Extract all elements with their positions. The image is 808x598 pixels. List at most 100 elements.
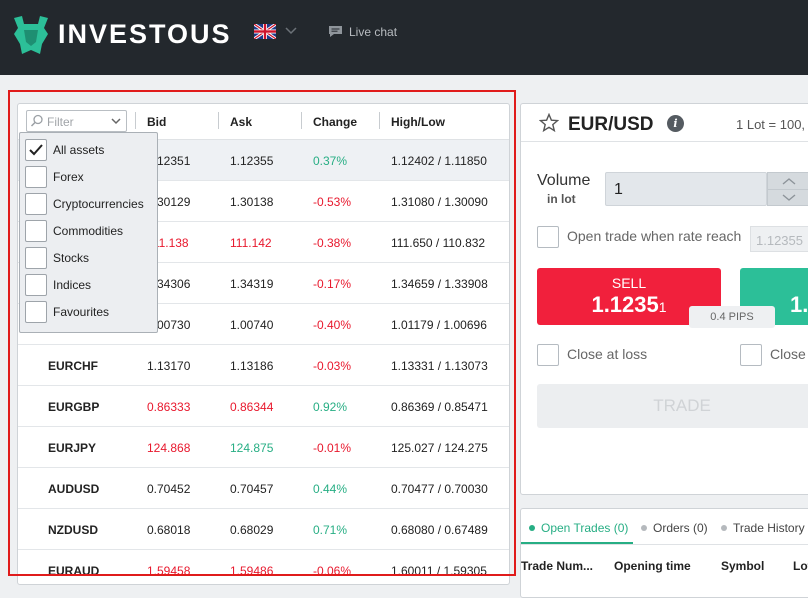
info-icon[interactable]: i (667, 115, 684, 132)
trades-column-opening-time[interactable]: Opening time (614, 559, 691, 573)
filter-option[interactable]: Indices (25, 274, 155, 296)
asset-high-low: 0.68080 / 0.67489 (391, 523, 488, 537)
asset-ask: 111.142 (230, 236, 272, 250)
filter-dropdown: All assets Forex Cryptocurrencies Commoditi… (19, 132, 158, 333)
filter-option[interactable]: All assets (25, 139, 155, 161)
filter-option-checkbox[interactable] (25, 247, 47, 269)
asset-high-low: 111.650 / 110.832 (391, 236, 486, 250)
brand-name[interactable]: INVESTOUS (58, 19, 232, 50)
asset-row[interactable]: EURAUD 1.59458 1.59486 -0.06% 1.60011 / 1.59… (18, 550, 509, 584)
asset-high-low: 0.70477 / 0.70030 (391, 482, 488, 496)
search-icon (30, 114, 43, 127)
trades-column-lot[interactable]: Lot (793, 559, 808, 573)
trades-column-symbol[interactable]: Symbol (721, 559, 764, 573)
close-at-profit-checkbox[interactable] (740, 344, 762, 366)
asset-ask: 0.68029 (230, 523, 274, 537)
column-header-bid[interactable]: Bid (147, 115, 166, 129)
asset-ask: 1.59486 (230, 564, 274, 578)
tab-bar-divider (521, 544, 808, 545)
filter-option-checkbox[interactable] (25, 166, 47, 188)
filter-option-label: Commodities (53, 224, 124, 238)
asset-change: 0.92% (313, 400, 348, 414)
chat-bubble-icon[interactable] (328, 25, 343, 38)
asset-row[interactable]: EURJPY 124.868 124.875 -0.01% 125.027 / 124.… (18, 427, 509, 468)
asset-bid: 1.59458 (147, 564, 191, 578)
tab-open-trades[interactable]: Open Trades (0) (529, 521, 628, 535)
tab-trade-history[interactable]: Trade History (721, 521, 805, 535)
live-chat-link[interactable]: Live chat (349, 25, 397, 39)
volume-unit-label: in lot (547, 192, 576, 206)
filter-option-checkbox[interactable] (25, 274, 47, 296)
filter-option-checkbox[interactable] (25, 301, 47, 323)
trades-column-trade-number[interactable]: Trade Num... (521, 559, 593, 573)
filter-option-checkbox[interactable] (25, 220, 47, 242)
tab-orders[interactable]: Orders (0) (641, 521, 708, 535)
asset-change: -0.01% (313, 441, 352, 455)
tab-dot-icon (721, 525, 727, 531)
pair-title: EUR/USD (568, 114, 654, 135)
filter-option[interactable]: Favourites (25, 301, 155, 323)
asset-change: -0.06% (313, 564, 352, 578)
chevron-down-icon (782, 194, 796, 201)
asset-ask: 1.34319 (230, 277, 274, 291)
asset-row[interactable]: AUDUSD 0.70452 0.70457 0.44% 0.70477 / 0.700… (18, 468, 509, 509)
filter-option-checkbox[interactable] (25, 139, 47, 161)
rate-input[interactable]: 1.12355 (750, 226, 808, 252)
asset-row[interactable]: EURCHF 1.13170 1.13186 -0.03% 1.13331 / 1.13… (18, 345, 509, 386)
chevron-down-icon (111, 118, 121, 125)
column-header-high-low[interactable]: High/Low (391, 115, 445, 129)
asset-high-low: 1.60011 / 1.59305 (391, 564, 487, 578)
star-favourite-icon[interactable] (539, 113, 559, 133)
asset-row[interactable]: NZDUSD 0.68018 0.68029 0.71% 0.68080 / 0.674… (18, 509, 509, 550)
trade-title-bar: EUR/USD i 1 Lot = 100, (521, 104, 808, 142)
tab-dot-icon (641, 525, 647, 531)
filter-option[interactable]: Forex (25, 166, 155, 188)
chevron-down-icon[interactable] (285, 26, 297, 36)
asset-change: -0.38% (313, 236, 352, 250)
asset-change: -0.17% (313, 277, 352, 291)
filter-option-label: Cryptocurrencies (53, 197, 144, 211)
column-divider (379, 112, 380, 129)
open-when-rate-checkbox[interactable] (537, 226, 559, 248)
filter-option-label: All assets (53, 143, 105, 157)
filter-option-label: Stocks (53, 251, 90, 265)
bull-logo-icon[interactable] (12, 14, 50, 56)
volume-stepper[interactable] (767, 172, 808, 206)
asset-change: -0.53% (313, 195, 352, 209)
top-header: INVESTOUS Live chat (0, 0, 808, 75)
filter-option[interactable]: Commodities (25, 220, 155, 242)
filter-option-label: Forex (53, 170, 84, 184)
asset-symbol: NZDUSD (48, 523, 98, 537)
asset-row[interactable]: EURGBP 0.86333 0.86344 0.92% 0.86369 / 0.854… (18, 386, 509, 427)
asset-symbol: EURAUD (48, 564, 100, 578)
asset-high-low: 125.027 / 124.275 (391, 441, 488, 455)
asset-bid: 124.868 (147, 441, 191, 455)
trade-button[interactable]: TRADE (537, 384, 808, 428)
filter-select[interactable]: Filter (26, 110, 127, 132)
close-at-loss-label: Close at loss (567, 346, 648, 362)
asset-bid: 1.13170 (147, 359, 191, 373)
asset-high-low: 1.34659 / 1.33908 (391, 277, 488, 291)
volume-increase-button[interactable] (768, 173, 808, 189)
filter-option[interactable]: Stocks (25, 247, 155, 269)
uk-flag-icon[interactable] (254, 24, 276, 39)
asset-high-low: 1.13331 / 1.13073 (391, 359, 488, 373)
chevron-up-icon (782, 178, 796, 185)
checkmark-icon (29, 144, 43, 156)
column-header-ask[interactable]: Ask (230, 115, 252, 129)
volume-decrease-button[interactable] (768, 189, 808, 205)
asset-bid: 0.86333 (147, 400, 191, 414)
volume-input[interactable]: 1 (605, 172, 767, 206)
filter-option-checkbox[interactable] (25, 193, 47, 215)
close-at-loss-checkbox[interactable] (537, 344, 559, 366)
filter-option-label: Indices (53, 278, 92, 292)
column-header-change[interactable]: Change (313, 115, 357, 129)
filter-option[interactable]: Cryptocurrencies (25, 193, 155, 215)
asset-symbol: EURGBP (48, 400, 100, 414)
asset-ask: 0.86344 (230, 400, 274, 414)
asset-change: 0.71% (313, 523, 348, 537)
tab-dot-icon (529, 525, 535, 531)
asset-change: 0.44% (313, 482, 348, 496)
asset-ask: 1.30138 (230, 195, 274, 209)
asset-ask: 1.13186 (230, 359, 274, 373)
